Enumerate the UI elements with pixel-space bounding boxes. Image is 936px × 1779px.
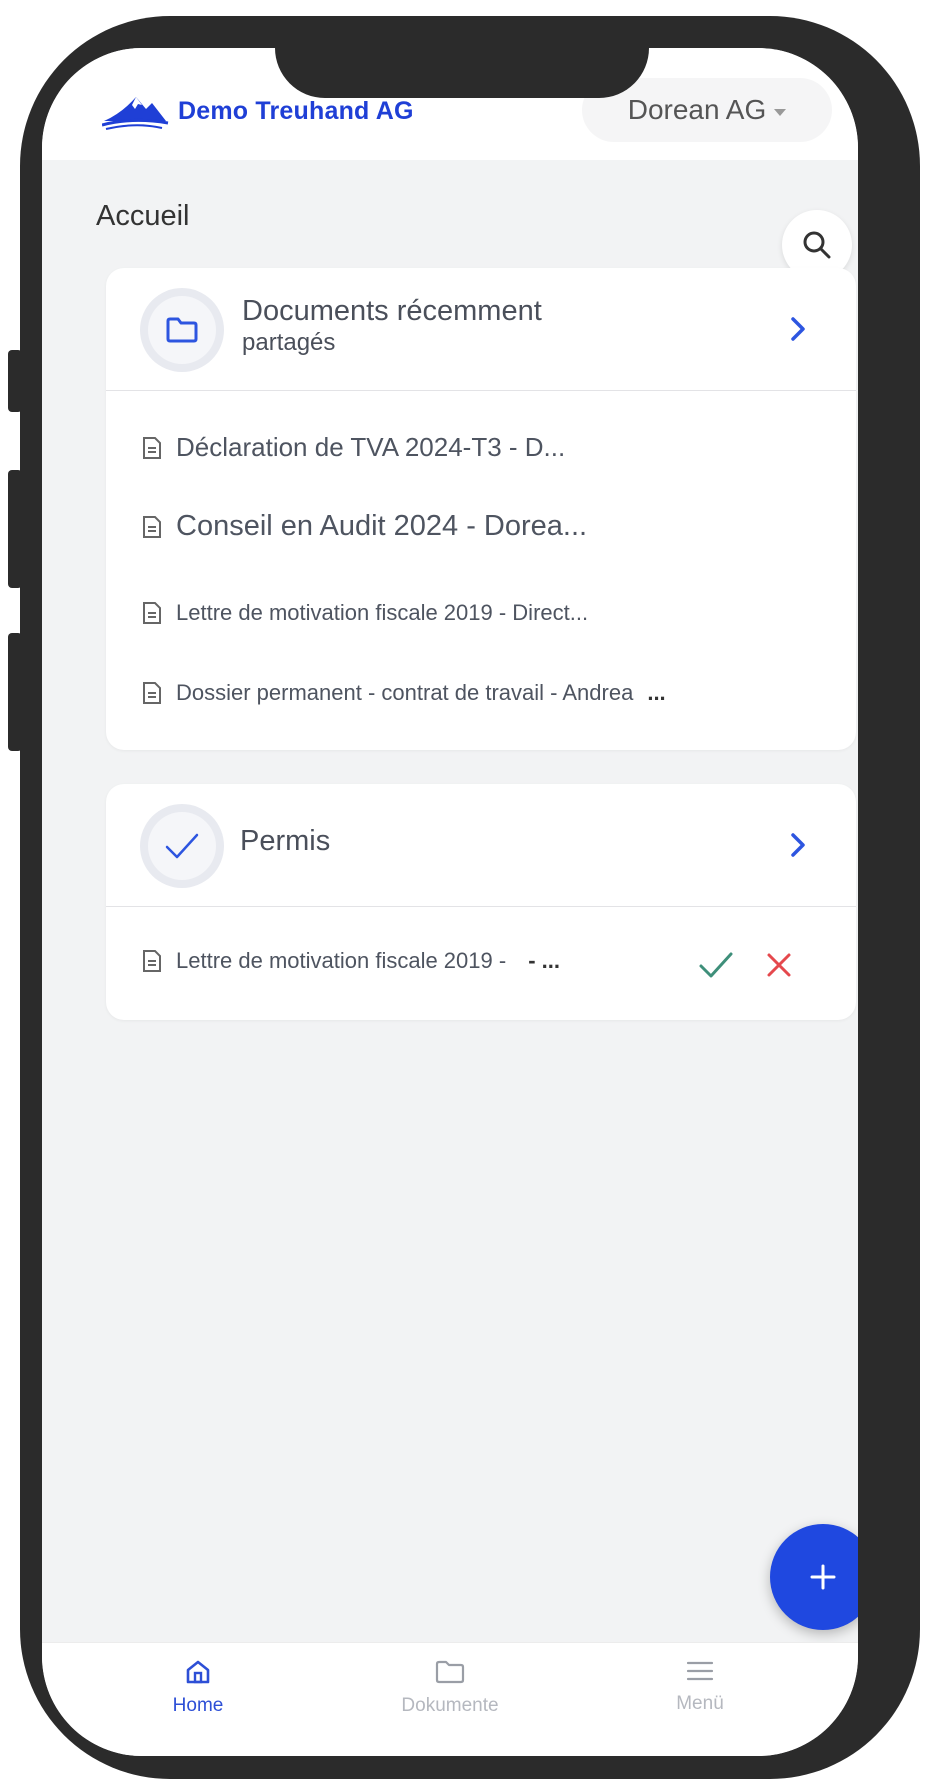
add-button[interactable]	[770, 1524, 858, 1630]
more-actions-button[interactable]: ...	[647, 680, 665, 706]
nav-item-label: Menü	[676, 1693, 724, 1714]
recent-documents-icon-badge	[140, 288, 224, 372]
nav-item-home[interactable]: Home	[98, 1659, 298, 1717]
document-title: Conseil en Audit 2024 - Dorea...	[176, 510, 588, 542]
permits-icon-badge	[140, 804, 224, 888]
nav-item-label: Home	[172, 1695, 224, 1716]
list-item[interactable]: Dossier permanent - contrat de travail -…	[142, 680, 666, 706]
company-selector-label: Dorean AG	[627, 94, 767, 125]
document-icon	[143, 515, 161, 538]
folder-icon	[435, 1660, 465, 1684]
mountain-logo-icon	[102, 97, 169, 130]
list-item[interactable]: Déclaration de TVA 2024-T3 - D...	[142, 432, 565, 463]
document-title: Dossier permanent - contrat de travail -…	[176, 680, 634, 705]
chevron-right-icon[interactable]	[788, 830, 808, 860]
search-icon	[803, 231, 831, 259]
document-icon	[143, 436, 161, 459]
approve-check-icon[interactable]	[698, 950, 734, 980]
caret-down-icon	[774, 108, 787, 116]
page-title: Accueil	[96, 200, 190, 232]
permits-card: Permis Lettre de motivation fiscale 2019…	[106, 784, 856, 1020]
recent-documents-subtitle: partagés	[242, 329, 336, 356]
app-screen: Demo Treuhand AG Dorean AG Accueil Docum…	[42, 48, 858, 1756]
document-title: Lettre de motivation fiscale 2019 - Dire…	[176, 600, 589, 625]
document-icon	[143, 602, 161, 624]
menu-icon	[686, 1661, 714, 1681]
reject-close-icon[interactable]	[766, 952, 792, 978]
nav-item-dokumente[interactable]: Dokumente	[350, 1659, 550, 1717]
list-item[interactable]: Lettre de motivation fiscale 2019 - - ..…	[142, 948, 560, 974]
phone-side-button	[8, 350, 22, 412]
nav-item-label: Dokumente	[401, 1695, 499, 1716]
document-title: Déclaration de TVA 2024-T3 - D...	[176, 432, 566, 462]
document-title-suffix: - ...	[528, 948, 560, 973]
phone-volume-up-button	[8, 470, 22, 588]
bottom-nav: Home Dokumente Menü	[42, 1642, 858, 1756]
phone-volume-down-button	[8, 633, 22, 751]
permits-header[interactable]: Permis	[106, 784, 856, 907]
list-item[interactable]: Conseil en Audit 2024 - Dorea...	[142, 510, 587, 543]
nav-item-menu[interactable]: Menü	[600, 1659, 800, 1715]
document-title: Lettre de motivation fiscale 2019 -	[176, 948, 507, 973]
phone-notch	[275, 48, 649, 98]
plus-icon	[810, 1564, 836, 1590]
recent-documents-title: Documents récemment partagés	[242, 294, 542, 358]
chevron-right-icon[interactable]	[788, 314, 808, 344]
checkmark-icon	[165, 833, 199, 859]
folder-icon	[166, 317, 198, 343]
recent-documents-header[interactable]: Documents récemment partagés	[106, 268, 856, 391]
document-icon	[143, 682, 161, 704]
home-icon	[186, 1660, 210, 1684]
recent-documents-title-text: Documents récemment	[242, 295, 542, 327]
permits-title: Permis	[240, 825, 331, 857]
brand-name: Demo Treuhand AG	[178, 96, 414, 125]
list-item[interactable]: Lettre de motivation fiscale 2019 - Dire…	[142, 600, 588, 626]
recent-documents-card: Documents récemment partagés Déclaration…	[106, 268, 856, 750]
document-icon	[143, 950, 161, 972]
